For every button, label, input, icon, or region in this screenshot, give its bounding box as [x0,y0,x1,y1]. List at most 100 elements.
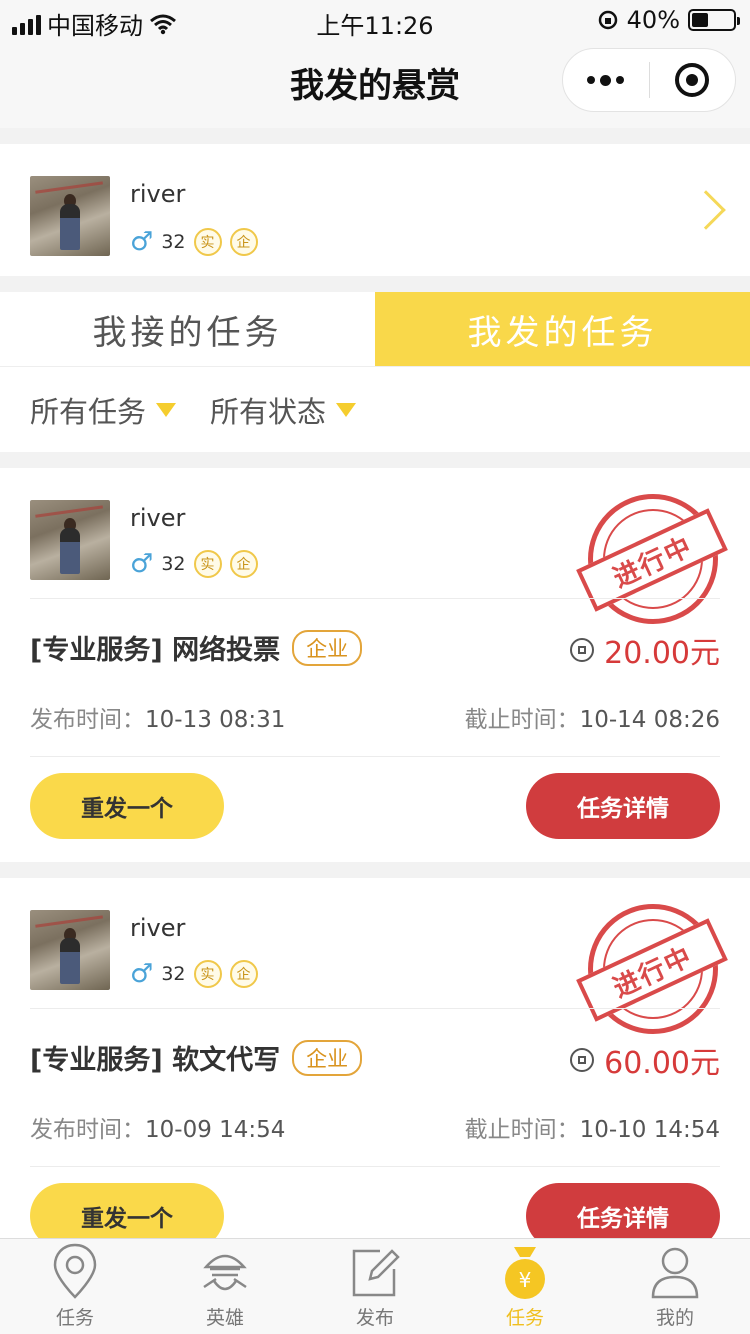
user-icon [651,1247,699,1299]
task-user-meta: ♂ 32 实 企 [130,960,258,988]
filter-task-type-label: 所有任务 [30,394,147,429]
deadline-time-value: 10-10 14:54 [579,1117,720,1143]
male-icon: ♂ [130,227,154,257]
orientation-lock-icon [598,10,617,30]
publish-time-value: 10-09 14:54 [145,1117,286,1143]
real-name-badge: 实 [193,550,222,578]
deadline-time-label: 截止时间： [464,707,580,733]
tabbar-tasks-label: 任务 [55,1307,94,1329]
company-badge: 企 [229,550,258,578]
chevron-right-icon [686,190,726,230]
task-price: 60.00元 [570,1038,720,1082]
avatar [30,500,110,580]
deadline-time: 截止时间：10-14 08:26 [465,700,720,734]
more-dot-icon [600,74,612,86]
profile-card[interactable]: river ♂ 32 实 企 [0,144,750,276]
task-user-name: river [130,914,186,942]
dropdown-arrow-icon [336,402,357,417]
task-price-value: 20.00元 [604,636,720,671]
publish-time-value: 10-13 08:31 [145,707,286,733]
tabbar-heroes-label: 英雄 [205,1307,244,1329]
real-name-badge: 实 [193,960,222,988]
real-name-badge: 实 [193,228,222,256]
dropdown-arrow-icon [156,402,177,417]
enterprise-tag: 企业 [292,629,363,666]
task-detail-button[interactable]: 任务详情 [526,773,720,839]
tabbar-mine[interactable]: 我的 [600,1239,750,1334]
avatar [30,176,110,256]
status-stamp-label: 进行中 [576,508,728,612]
publish-time: 发布时间：10-09 14:54 [30,1110,285,1144]
location-pin-icon [53,1243,97,1299]
nav-bar: 我发的悬赏 [0,40,750,128]
battery-fill [692,13,708,27]
tabbar-tasks[interactable]: 任务 [0,1239,150,1334]
male-icon: ♂ [130,549,154,579]
more-dot-icon [616,76,625,84]
task-title: [专业服务] 软文代写 企业 [30,1038,363,1077]
task-user-name: river [130,504,186,532]
deadline-time-value: 10-14 08:26 [579,707,720,733]
repost-button[interactable]: 重发一个 [30,773,224,839]
tabbar-mine-label: 我的 [655,1307,694,1329]
task-title: [专业服务] 网络投票 企业 [30,628,363,667]
publish-time: 发布时间：10-13 08:31 [30,700,285,734]
profile-age: 32 [161,231,186,253]
divider [30,598,720,599]
battery-icon [688,9,740,31]
divider [30,1166,720,1167]
status-stamp-label: 进行中 [576,918,728,1022]
more-button[interactable] [563,49,649,111]
more-dot-icon [587,76,596,84]
deadline-time-label: 截止时间： [464,1117,580,1143]
close-button[interactable] [650,49,736,111]
tab-received-tasks[interactable]: 我接的任务 [0,292,375,366]
divider [30,1008,720,1009]
task-card: river ♂ 32 实 企 进行中 [专业服务] 网络投票 企业 20.00元… [0,468,750,862]
divider [30,756,720,757]
company-badge: 企 [229,228,258,256]
edit-icon [352,1249,400,1297]
task-price: 20.00元 [570,628,720,672]
company-badge: 企 [229,960,258,988]
filter-status-label: 所有状态 [210,394,327,429]
status-bar: 中国移动 上午11:26 40% [0,0,750,40]
deadline-time: 截止时间：10-10 14:54 [465,1110,720,1144]
status-stamp: 进行中 [576,904,728,1034]
tabbar-my-rewards-label: 任务 [505,1307,544,1329]
tabbar-publish-label: 发布 [355,1307,394,1329]
task-user-age: 32 [161,963,186,985]
task-tabs: 我接的任务 我发的任务 [0,292,750,366]
task-price-value: 60.00元 [604,1046,720,1081]
task-user-age: 32 [161,553,186,575]
profile-name: river [130,180,186,208]
task-title-text: [专业服务] 软文代写 [30,1045,281,1076]
filter-bar: 所有任务 所有状态 [0,366,750,452]
tab-published-tasks[interactable]: 我发的任务 [375,292,750,366]
avatar [30,910,110,990]
close-ring-icon [675,63,710,97]
profile-meta: ♂ 32 实 企 [130,228,258,256]
tabbar-my-rewards[interactable]: ¥ 任务 [450,1239,600,1334]
status-stamp: 进行中 [576,494,728,624]
enterprise-tag: 企业 [292,1039,363,1076]
filter-task-type[interactable]: 所有任务 [30,389,177,431]
money-bag-icon: ¥ [505,1247,545,1299]
task-card: river ♂ 32 实 企 进行中 [专业服务] 软文代写 企业 60.00元… [0,878,750,1249]
male-icon: ♂ [130,959,154,989]
tabbar-publish[interactable]: 发布 [300,1239,450,1334]
tabbar-heroes[interactable]: 英雄 [150,1239,300,1334]
status-right: 40% [597,6,740,34]
publish-time-label: 发布时间： [30,707,145,733]
coin-icon [570,1048,595,1072]
bottom-tab-bar: 任务 英雄 发布 ¥ 任务 我的 [0,1238,750,1334]
publish-time-label: 发布时间： [30,1117,145,1143]
filter-status[interactable]: 所有状态 [210,389,357,431]
task-user-meta: ♂ 32 实 企 [130,550,258,578]
battery-percent: 40% [626,6,680,34]
mini-program-capsule [562,48,736,112]
svg-text:¥: ¥ [519,1268,532,1292]
coin-icon [570,638,595,662]
hero-icon [203,1254,247,1291]
task-title-text: [专业服务] 网络投票 [30,635,281,666]
